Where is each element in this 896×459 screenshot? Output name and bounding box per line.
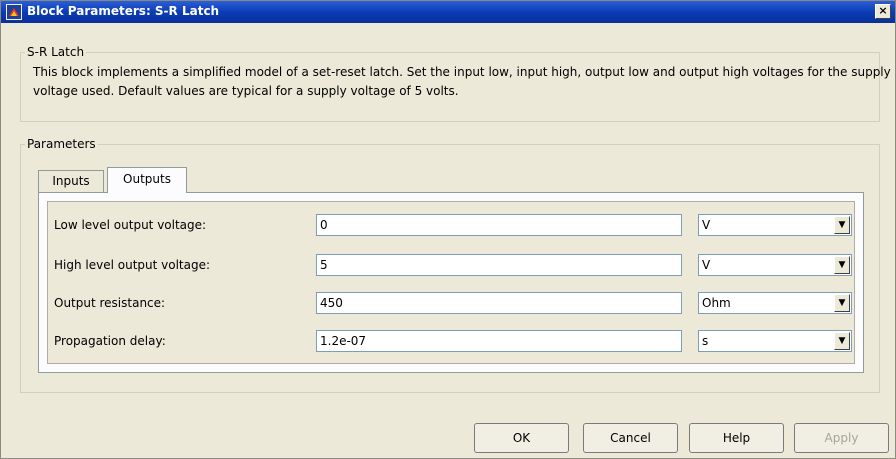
propagation-delay-unit-select[interactable]: s ▼ bbox=[698, 330, 852, 352]
low-level-output-voltage-unit-select[interactable]: V ▼ bbox=[698, 214, 852, 236]
high-level-output-voltage-unit-select[interactable]: V ▼ bbox=[698, 254, 852, 276]
high-level-output-voltage-unit: V bbox=[702, 258, 711, 272]
low-level-output-voltage-label: Low level output voltage: bbox=[54, 218, 207, 232]
parameters-group-title: Parameters bbox=[27, 137, 96, 151]
apply-button[interactable]: Apply bbox=[794, 423, 889, 453]
chevron-down-icon[interactable]: ▼ bbox=[834, 332, 850, 350]
propagation-delay-label: Propagation delay: bbox=[54, 334, 166, 348]
close-button[interactable]: × bbox=[875, 4, 891, 19]
description-group-title: S-R Latch bbox=[27, 45, 85, 59]
output-resistance-label: Output resistance: bbox=[54, 296, 166, 310]
high-level-output-voltage-row: High level output voltage: V ▼ bbox=[48, 254, 854, 278]
output-resistance-unit: Ohm bbox=[702, 296, 731, 310]
output-resistance-unit-select[interactable]: Ohm ▼ bbox=[698, 292, 852, 314]
tab-inputs[interactable]: Inputs bbox=[38, 170, 104, 192]
window-title: Block Parameters: S-R Latch bbox=[27, 4, 220, 18]
cancel-button[interactable]: Cancel bbox=[583, 423, 678, 453]
low-level-output-voltage-row: Low level output voltage: V ▼ bbox=[48, 214, 854, 238]
block-description: This block implements a simplified model… bbox=[33, 65, 891, 98]
propagation-delay-row: Propagation delay: s ▼ bbox=[48, 330, 854, 354]
propagation-delay-input[interactable] bbox=[316, 330, 682, 352]
high-level-output-voltage-input[interactable] bbox=[316, 254, 682, 276]
chevron-down-icon[interactable]: ▼ bbox=[834, 256, 850, 274]
title-bar[interactable]: Block Parameters: S-R Latch × bbox=[1, 1, 895, 23]
output-resistance-input[interactable] bbox=[316, 292, 682, 314]
help-button[interactable]: Help bbox=[689, 423, 784, 453]
chevron-down-icon[interactable]: ▼ bbox=[834, 294, 850, 312]
propagation-delay-unit: s bbox=[702, 334, 709, 348]
simulink-block-icon bbox=[6, 4, 22, 20]
outputs-tab-panel: Low level output voltage: V ▼ High level… bbox=[38, 192, 864, 373]
chevron-down-icon[interactable]: ▼ bbox=[834, 216, 850, 234]
tab-outputs[interactable]: Outputs bbox=[107, 167, 187, 193]
description-group: S-R Latch This block implements a simpli… bbox=[20, 45, 891, 122]
block-parameters-dialog: Block Parameters: S-R Latch × S-R Latch … bbox=[0, 0, 896, 459]
low-level-output-voltage-unit: V bbox=[702, 218, 711, 232]
low-level-output-voltage-input[interactable] bbox=[316, 214, 682, 236]
parameters-panel: Low level output voltage: V ▼ High level… bbox=[47, 201, 855, 364]
output-resistance-row: Output resistance: Ohm ▼ bbox=[48, 292, 854, 316]
high-level-output-voltage-label: High level output voltage: bbox=[54, 258, 211, 272]
ok-button[interactable]: OK bbox=[474, 423, 569, 453]
